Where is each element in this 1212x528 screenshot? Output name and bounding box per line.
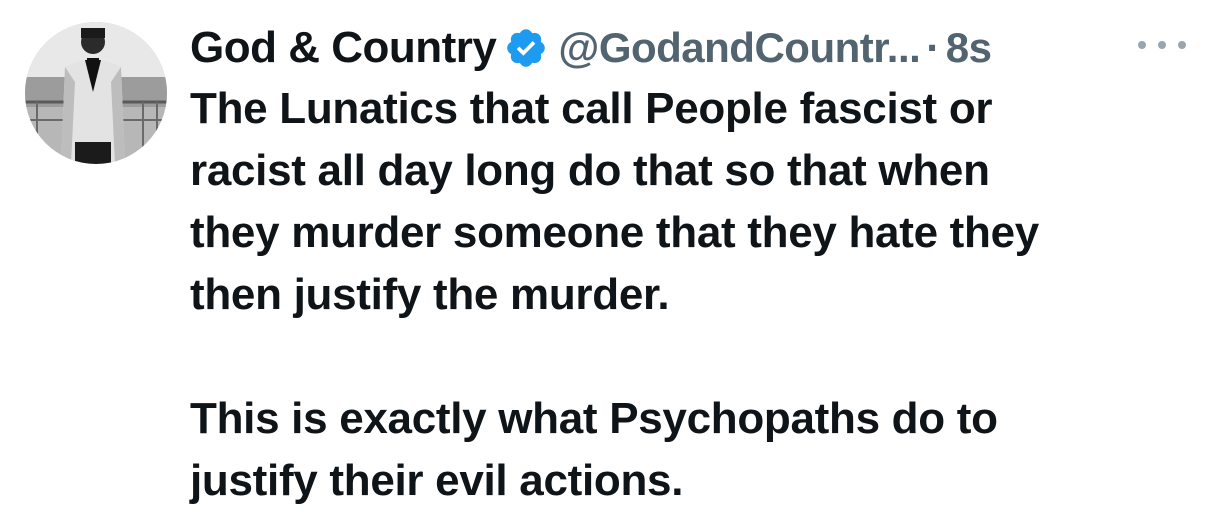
avatar[interactable] bbox=[25, 22, 167, 164]
avatar-photo bbox=[25, 22, 167, 164]
handle[interactable]: @GodandCountr... bbox=[558, 24, 920, 72]
verified-badge-icon[interactable] bbox=[504, 26, 548, 70]
separator-dot: · bbox=[926, 24, 940, 71]
display-name[interactable]: God & Country bbox=[190, 23, 497, 73]
more-dot bbox=[1158, 41, 1166, 49]
more-options-icon[interactable] bbox=[1138, 30, 1186, 60]
more-dot bbox=[1138, 41, 1146, 49]
tweet-paragraph: The Lunatics that call People fascist or… bbox=[190, 84, 1039, 319]
tweet-header: God & Country @GodandCountr... · 8s bbox=[190, 20, 1190, 76]
tweet-card[interactable]: God & Country @GodandCountr... · 8s The … bbox=[0, 0, 1212, 528]
timestamp[interactable]: 8s bbox=[946, 24, 992, 72]
more-dot bbox=[1178, 41, 1186, 49]
tweet-paragraph: This is exactly what Psychopaths do to j… bbox=[190, 394, 998, 505]
tweet-text: The Lunatics that call People fascist or… bbox=[190, 78, 1190, 512]
